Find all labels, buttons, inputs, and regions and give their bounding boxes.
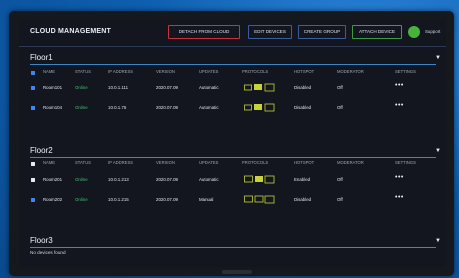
empty-state-text: No devices found <box>30 250 66 255</box>
top-bar: CLOUD MANAGEMENT DETACH FROM CLOUD EDIT … <box>19 20 446 47</box>
table-row[interactable]: Room202 Online 10.0.1.215 2020.07.09 Man… <box>19 194 446 206</box>
hotspot: Disabled <box>294 105 312 110</box>
col-header-version[interactable]: VERSION <box>156 69 175 74</box>
col-header-name[interactable]: NAME <box>43 69 55 74</box>
moderator: Off <box>337 177 343 182</box>
table-header: NAME STATUS IP ADDRESS VERSION UPDATES P… <box>19 69 446 78</box>
version: 2020.07.09 <box>156 105 178 110</box>
protocols-icon <box>244 195 275 204</box>
ip-address: 10.0.1.111 <box>108 85 129 90</box>
status-online: Online <box>75 85 88 90</box>
floor-section-2: Floor2 ▼ NAME STATUS IP ADDRESS VERSION … <box>19 143 446 233</box>
protocols-icon <box>244 83 275 92</box>
col-header-updates[interactable]: UPDATES <box>199 69 218 74</box>
floor-title: Floor1 <box>30 53 53 62</box>
detach-from-cloud-button[interactable]: DETACH FROM CLOUD <box>168 25 240 39</box>
settings-more-button[interactable]: ••• <box>395 174 404 181</box>
floor-title: Floor2 <box>30 146 53 155</box>
moderator: Off <box>337 105 343 110</box>
monitor-stand <box>222 270 252 274</box>
user-name[interactable]: Support <box>425 29 440 34</box>
col-header-moderator[interactable]: MODERATOR <box>337 69 364 74</box>
updates: Automatic <box>199 85 219 90</box>
device-name: Room101 <box>43 85 63 90</box>
moderator: Off <box>337 197 343 202</box>
updates: Manual <box>199 197 214 202</box>
col-header-protocols[interactable]: PROTOCOLS <box>242 160 268 165</box>
floor-section-1: Floor1 ▼ NAME STATUS IP ADDRESS VERSION … <box>19 50 446 140</box>
ip-address: 10.0.1.75 <box>108 105 127 110</box>
collapse-chevron-icon[interactable]: ▼ <box>435 55 441 61</box>
col-header-moderator[interactable]: MODERATOR <box>337 160 364 165</box>
version: 2020.07.09 <box>156 85 178 90</box>
ip-address: 10.0.1.213 <box>108 177 129 182</box>
section-divider <box>30 157 436 158</box>
section-divider <box>30 247 436 248</box>
device-name: Room104 <box>43 105 63 110</box>
col-header-settings[interactable]: SETTINGS <box>395 69 416 74</box>
status-online: Online <box>75 105 88 110</box>
version: 2020.07.09 <box>156 177 178 182</box>
table-header: NAME STATUS IP ADDRESS VERSION UPDATES P… <box>19 160 446 169</box>
col-header-protocols[interactable]: PROTOCOLS <box>242 69 268 74</box>
col-header-hotspot[interactable]: HOTSPOT <box>294 69 314 74</box>
attach-device-button[interactable]: ATTACH DEVICE <box>352 25 402 39</box>
settings-more-button[interactable]: ••• <box>395 102 404 109</box>
create-group-button[interactable]: CREATE GROUP <box>298 25 346 39</box>
col-header-status[interactable]: STATUS <box>75 160 91 165</box>
row-checkbox[interactable] <box>31 86 35 90</box>
avatar[interactable] <box>408 26 420 38</box>
table-row[interactable]: Room104 Online 10.0.1.75 2020.07.09 Auto… <box>19 102 446 114</box>
table-row[interactable]: Room101 Online 10.0.1.111 2020.07.09 Aut… <box>19 82 446 94</box>
col-header-updates[interactable]: UPDATES <box>199 160 218 165</box>
protocols-icon <box>244 103 275 112</box>
floor-title: Floor3 <box>30 236 53 245</box>
version: 2020.07.09 <box>156 197 178 202</box>
app-title: CLOUD MANAGEMENT <box>30 28 111 35</box>
col-header-version[interactable]: VERSION <box>156 160 175 165</box>
status-online: Online <box>75 197 88 202</box>
device-name: Room202 <box>43 197 63 202</box>
hotspot: Disabled <box>294 197 312 202</box>
device-name: Room201 <box>43 177 63 182</box>
ip-address: 10.0.1.215 <box>108 197 129 202</box>
row-checkbox[interactable] <box>31 106 35 110</box>
edit-devices-button[interactable]: EDIT DEVICES <box>248 25 292 39</box>
updates: Automatic <box>199 105 219 110</box>
collapse-chevron-icon[interactable]: ▼ <box>435 238 441 244</box>
col-header-settings[interactable]: SETTINGS <box>395 160 416 165</box>
select-all-checkbox[interactable] <box>31 71 35 75</box>
moderator: Off <box>337 85 343 90</box>
col-header-hotspot[interactable]: HOTSPOT <box>294 160 314 165</box>
select-all-checkbox[interactable] <box>31 162 35 166</box>
updates: Automatic <box>199 177 219 182</box>
settings-more-button[interactable]: ••• <box>395 82 404 89</box>
status-online: Online <box>75 177 88 182</box>
col-header-ip[interactable]: IP ADDRESS <box>108 160 133 165</box>
col-header-status[interactable]: STATUS <box>75 69 91 74</box>
app-screen: CLOUD MANAGEMENT DETACH FROM CLOUD EDIT … <box>19 20 446 267</box>
hotspot: Disabled <box>294 85 312 90</box>
row-checkbox[interactable] <box>31 178 35 182</box>
collapse-chevron-icon[interactable]: ▼ <box>435 148 441 154</box>
hotspot: Enabled <box>294 177 311 182</box>
col-header-name[interactable]: NAME <box>43 160 55 165</box>
settings-more-button[interactable]: ••• <box>395 194 404 201</box>
section-divider <box>30 64 436 65</box>
table-row[interactable]: Room201 Online 10.0.1.213 2020.07.09 Aut… <box>19 174 446 186</box>
floor-section-3: Floor3 ▼ No devices found <box>19 234 446 264</box>
col-header-ip[interactable]: IP ADDRESS <box>108 69 133 74</box>
protocols-icon <box>244 175 275 184</box>
row-checkbox[interactable] <box>31 198 35 202</box>
